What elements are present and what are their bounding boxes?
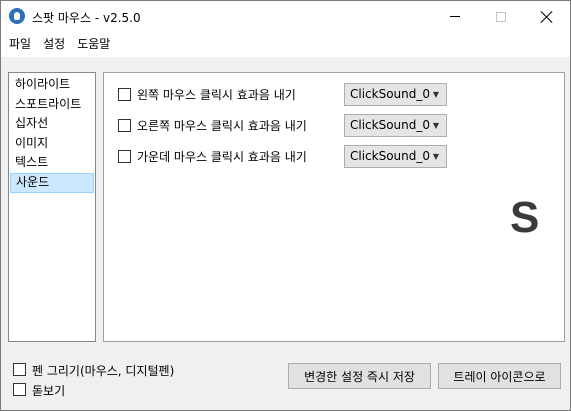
middle-click-sound-value: ClickSound_0 [350, 149, 431, 163]
middle-click-sound-label[interactable]: 가운데 마우스 클릭시 효과음 내기 [137, 148, 307, 165]
middle-click-sound-select[interactable]: ClickSound_0 ▼ [344, 145, 447, 168]
sidebar-item-highlight[interactable]: 하이라이트 [10, 75, 94, 95]
menu-settings[interactable]: 설정 [37, 32, 71, 57]
title-bar[interactable]: 스팟 마우스 - v2.5.0 [1, 1, 570, 32]
pen-draw-label[interactable]: 펜 그리기(마우스, 디지털펜) [32, 362, 174, 379]
app-window: 스팟 마우스 - v2.5.0 파일 설정 도움말 하이라이트 스포트라이트 십… [0, 0, 571, 411]
minimize-icon [450, 16, 460, 17]
sidebar-item-sound[interactable]: 사운드 [10, 172, 94, 193]
right-click-sound-checkbox[interactable] [118, 119, 131, 132]
window-title: 스팟 마우스 - v2.5.0 [32, 11, 141, 25]
chevron-down-icon: ▼ [432, 121, 439, 130]
minimize-button[interactable] [432, 1, 478, 32]
sound-indicator: S [510, 193, 540, 242]
left-click-sound-value: ClickSound_0 [350, 87, 431, 101]
pen-draw-checkbox[interactable] [13, 363, 26, 376]
right-click-sound-label[interactable]: 오른쪽 마우스 클릭시 효과음 내기 [137, 117, 307, 134]
middle-click-sound-checkbox[interactable] [118, 150, 131, 163]
menu-bar: 파일 설정 도움말 [1, 32, 570, 57]
left-click-sound-select[interactable]: ClickSound_0 ▼ [344, 83, 447, 106]
right-click-sound-select[interactable]: ClickSound_0 ▼ [344, 114, 447, 137]
sidebar-item-image[interactable]: 이미지 [10, 134, 94, 154]
chevron-down-icon: ▼ [432, 90, 439, 99]
sidebar-item-crosshair[interactable]: 십자선 [10, 114, 94, 134]
magnifier-checkbox[interactable] [13, 383, 26, 396]
category-list: 하이라이트 스포트라이트 십자선 이미지 텍스트 사운드 [8, 72, 96, 342]
maximize-button [478, 1, 524, 32]
sidebar-item-text[interactable]: 텍스트 [10, 153, 94, 173]
sound-settings-panel: 왼쪽 마우스 클릭시 효과음 내기 ClickSound_0 ▼ 오른쪽 마우스… [103, 72, 565, 342]
right-click-sound-value: ClickSound_0 [350, 118, 431, 132]
maximize-icon [496, 11, 506, 22]
sidebar-item-spotlight[interactable]: 스포트라이트 [10, 95, 94, 115]
save-settings-button[interactable]: 변경한 설정 즉시 저장 [288, 363, 431, 389]
app-logo-icon [9, 8, 25, 24]
close-button[interactable] [524, 1, 570, 32]
menu-help[interactable]: 도움말 [71, 32, 116, 57]
chevron-down-icon: ▼ [432, 152, 439, 161]
magnifier-label[interactable]: 돋보기 [32, 382, 65, 399]
menu-file[interactable]: 파일 [3, 32, 37, 57]
left-click-sound-checkbox[interactable] [118, 88, 131, 101]
left-click-sound-label[interactable]: 왼쪽 마우스 클릭시 효과음 내기 [137, 86, 296, 103]
minimize-to-tray-button[interactable]: 트레이 아이콘으로 [438, 363, 561, 389]
close-icon [541, 11, 553, 23]
